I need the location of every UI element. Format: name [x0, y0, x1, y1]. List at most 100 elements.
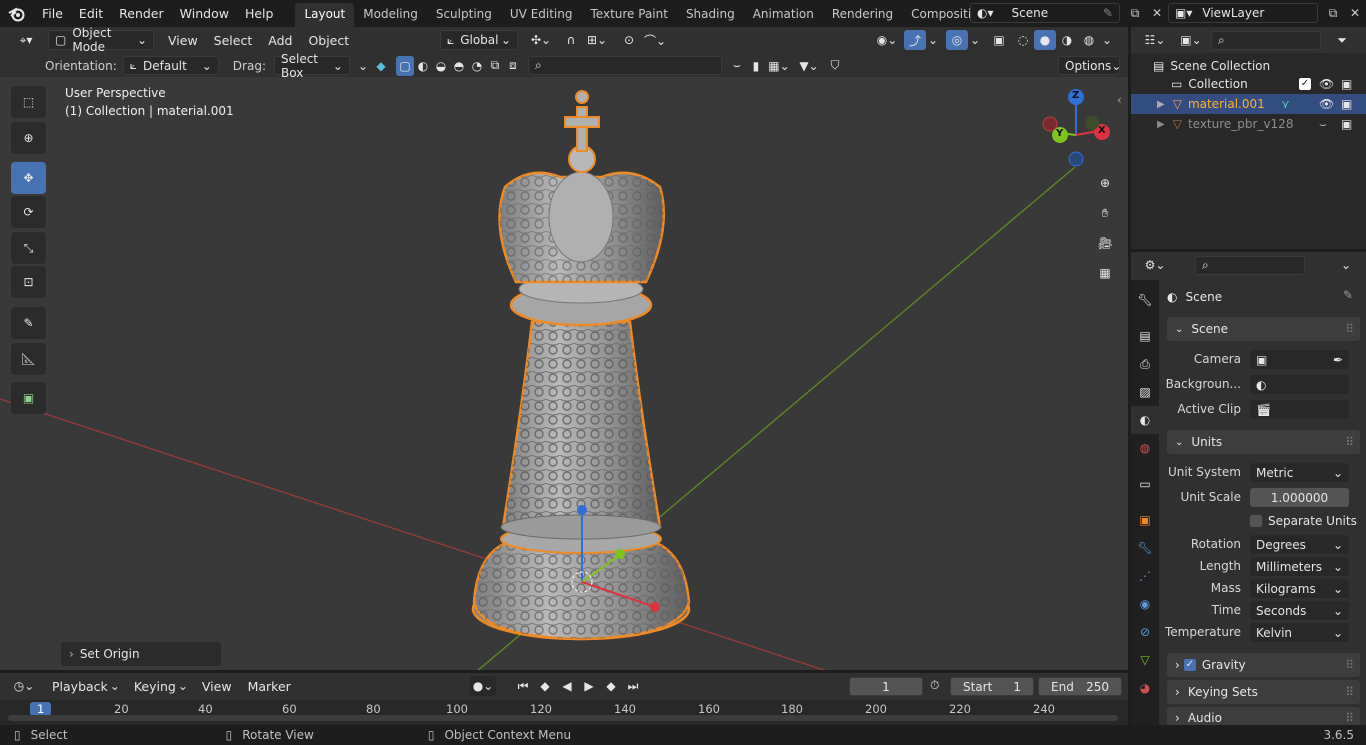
shading-wireframe-icon[interactable]: ◌ [1012, 30, 1034, 50]
pivot-point-icon[interactable]: ✣⌄ [526, 30, 556, 50]
start-frame-field[interactable]: Start 1 [950, 677, 1034, 696]
pan-hand-icon[interactable]: ✋︎ [1091, 199, 1119, 227]
length-dropdown[interactable]: Millimeters ⌄ [1250, 557, 1349, 576]
tool-scale[interactable]: ⤡ [11, 232, 46, 264]
tool-tab-icon[interactable]: 🔧︎ [1131, 286, 1159, 314]
shading-dropdown-icon[interactable]: ⌄ [1100, 30, 1114, 50]
eyedropper-icon[interactable]: ✒ [1333, 353, 1343, 367]
record-icon[interactable]: ●⌄ [470, 676, 496, 696]
gravity-panel-header[interactable]: › ✓ Gravity ⠿ [1167, 653, 1360, 677]
drag-handle-icon[interactable]: ⠿ [1345, 685, 1354, 699]
editor-type-icon[interactable]: ⌖▾ [10, 30, 42, 50]
tab-sculpting[interactable]: Sculpting [427, 3, 501, 27]
camera-view-icon[interactable]: 🎥︎ [1091, 229, 1119, 257]
zoom-icon[interactable]: ⊕ [1091, 169, 1119, 197]
tool-rotate[interactable]: ⟳ [11, 196, 46, 228]
temperature-dropdown[interactable]: Kelvin ⌄ [1250, 623, 1349, 642]
play-reverse-icon[interactable]: ◀ [556, 676, 578, 696]
tool-select-box[interactable]: ⬚ [11, 86, 46, 118]
checkbox-icon[interactable]: ✓ [1299, 78, 1311, 90]
select-mode-invert-icon[interactable]: ◓ [450, 56, 468, 76]
outliner-item-collection[interactable]: ▭ Collection ✓ 👁︎ ▣ [1131, 74, 1366, 94]
tool-add-cube[interactable]: ▣ [11, 382, 46, 414]
chevron-down-icon[interactable]: ⌄ [1335, 255, 1357, 275]
display-mode-icon[interactable]: ▣⌄ [1175, 30, 1207, 50]
scene-selector[interactable]: ◐▾ Scene ✎ ⧉ ✕ [970, 3, 1168, 23]
render-tab-icon[interactable]: ▤ [1131, 322, 1159, 350]
unit-system-dropdown[interactable]: Metric ⌄ [1250, 463, 1349, 482]
tab-rendering[interactable]: Rendering [823, 3, 902, 27]
drag-handle-icon[interactable]: ⠿ [1345, 435, 1354, 449]
drag-handle-icon[interactable]: ⠿ [1345, 322, 1354, 336]
tool-move[interactable]: ✥ [11, 162, 46, 194]
menu-view[interactable]: View [160, 33, 206, 48]
transform-orientation-dropdown[interactable]: ⟀ Global ⌄ [440, 30, 518, 50]
unit-scale-field[interactable]: 1.000000 [1250, 488, 1349, 507]
menu-window[interactable]: Window [172, 6, 237, 21]
active-clip-field[interactable]: 🎬︎ [1250, 400, 1349, 419]
object-tab-icon[interactable]: ▣ [1131, 506, 1159, 534]
shading-rendered-icon[interactable]: ◍ [1078, 30, 1100, 50]
menu-keying[interactable]: Keying [126, 679, 184, 694]
properties-search-input[interactable]: ⌕ [1195, 255, 1305, 275]
camera-icon[interactable]: ▣ [1341, 97, 1352, 111]
outliner-search-input[interactable]: ⌕ [1211, 30, 1321, 50]
shading-material-icon[interactable]: ◑ [1056, 30, 1078, 50]
shading-solid-icon[interactable]: ● [1034, 30, 1056, 50]
collapse-arrow-icon[interactable]: ‹ [1117, 93, 1122, 107]
tab-uv-editing[interactable]: UV Editing [501, 3, 582, 27]
jump-start-icon[interactable]: ⏮ [512, 676, 534, 696]
mode-dropdown[interactable]: ▢ Object Mode ⌄ [48, 26, 154, 54]
background-field[interactable]: ◐ [1250, 375, 1349, 394]
tool-measure[interactable]: 📐︎ [11, 343, 46, 375]
menu-playback[interactable]: Playback [44, 679, 116, 694]
new-scene-icon[interactable]: ⧉ [1124, 3, 1146, 23]
xray-icon[interactable]: ▣ [988, 30, 1010, 50]
gizmo-dropdown-icon[interactable]: ⌄ [926, 30, 940, 50]
tab-animation[interactable]: Animation [744, 3, 823, 27]
outliner-root[interactable]: ▤ Scene Collection [1153, 56, 1270, 76]
menu-render[interactable]: Render [111, 6, 172, 21]
expand-arrow-icon[interactable]: ▶ [1157, 99, 1165, 110]
delete-scene-icon[interactable]: ✕ [1146, 3, 1168, 23]
delete-viewlayer-icon[interactable]: ✕ [1344, 3, 1366, 23]
outliner-item-material[interactable]: ▶ ▽ material.001 ⋎ 👁︎ ▣ [1131, 94, 1366, 114]
camera-icon[interactable]: ▣ [1341, 77, 1352, 91]
tool-cursor[interactable]: ⊕ [11, 122, 46, 154]
keying-icon[interactable]: ⌣ [726, 56, 748, 76]
prev-keyframe-icon[interactable]: ◆ [534, 676, 556, 696]
properties-editor-icon[interactable]: ⚙⌄ [1139, 255, 1171, 275]
menu-file[interactable]: File [34, 6, 71, 21]
tab-layout[interactable]: Layout [295, 3, 355, 27]
copy-icon[interactable]: ⧉ [486, 56, 504, 76]
menu-marker[interactable]: Marker [240, 679, 299, 694]
overlays-icon[interactable]: ◎ [946, 30, 968, 50]
menu-help[interactable]: Help [237, 6, 282, 21]
chevron-down-icon[interactable]: ⌄ [356, 56, 370, 76]
menu-timeline-view[interactable]: View [194, 679, 240, 694]
camera-field[interactable]: ▣ ✒ [1250, 350, 1349, 369]
select-mode-extend-icon[interactable]: ◐ [414, 56, 432, 76]
tool-annotate[interactable]: ✎ [11, 307, 46, 339]
snap-target-icon[interactable]: ⊞⌄ [582, 30, 612, 50]
time-dropdown[interactable]: Seconds ⌄ [1250, 601, 1349, 620]
checkbox-checked-icon[interactable]: ✓ [1183, 659, 1196, 671]
select-mode-intersect-icon[interactable]: ◔ [468, 56, 486, 76]
layout-icon[interactable]: ▦⌄ [764, 56, 794, 76]
eye-closed-icon[interactable]: ⌣ [1319, 117, 1327, 132]
select-mode-set-icon[interactable]: ▢ [395, 55, 414, 76]
operator-panel[interactable]: › Set Origin [61, 642, 221, 666]
timeline-editor-icon[interactable]: ◷⌄ [8, 676, 40, 696]
outliner-item-texture[interactable]: ▶ ▽ texture_pbr_v128 ⌣ ▣ [1131, 114, 1366, 134]
shield-icon[interactable]: ⛉ [824, 56, 846, 76]
bookmark-icon[interactable]: ▮ [748, 56, 764, 76]
material-tab-icon[interactable]: ◕ [1131, 674, 1159, 702]
timeline-scrollbar[interactable] [8, 715, 1118, 721]
visibility-icon[interactable]: ◉⌄ [872, 30, 902, 50]
expand-arrow-icon[interactable]: ▶ [1157, 119, 1165, 130]
jump-end-icon[interactable]: ⏭ [622, 676, 644, 696]
snap-icon[interactable]: ∩ [560, 30, 582, 50]
rotation-dropdown[interactable]: Degrees ⌄ [1250, 535, 1349, 554]
select-mode-subtract-icon[interactable]: ◒ [432, 56, 450, 76]
perspective-grid-icon[interactable]: ▦ [1091, 259, 1119, 287]
